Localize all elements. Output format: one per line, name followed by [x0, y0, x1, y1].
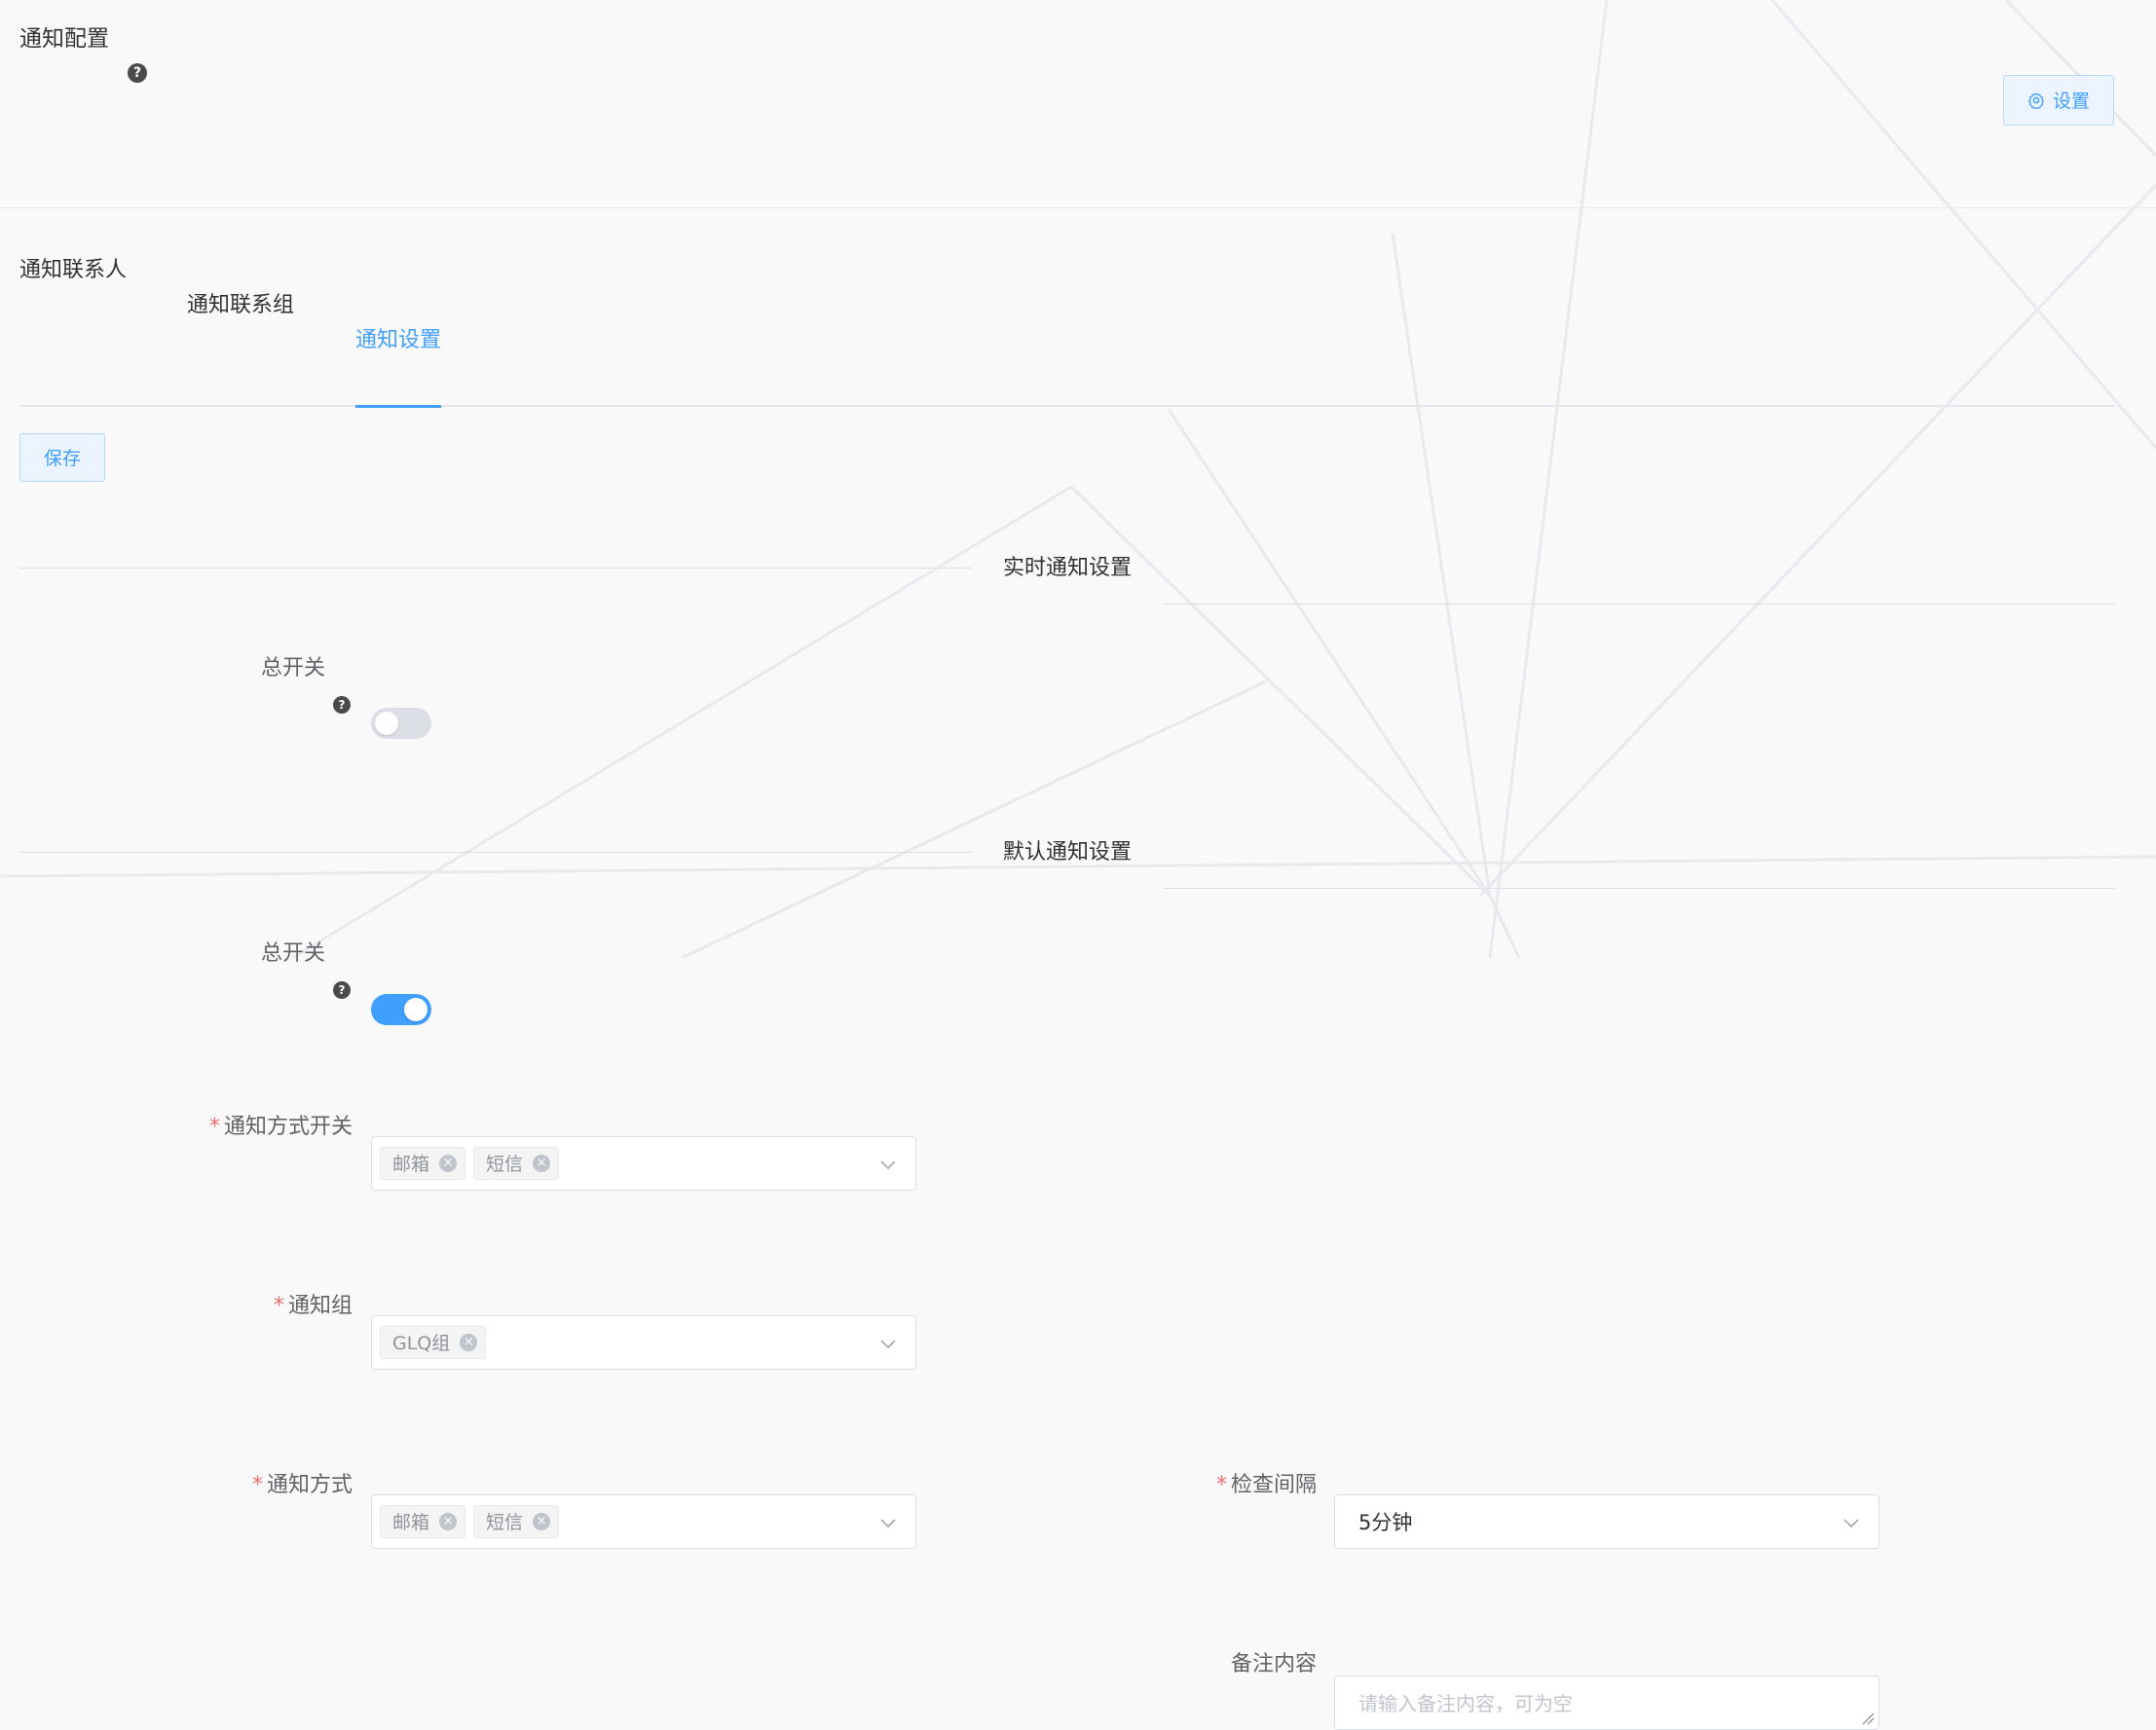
method-select[interactable]: 邮箱 × 短信 × — [371, 1493, 916, 1549]
settings-button[interactable]: 设置 — [2003, 74, 2114, 126]
chevron-down-icon — [880, 1159, 896, 1169]
tab-notification-settings[interactable]: 通知设置 — [355, 323, 2156, 358]
interval-value: 5分钟 — [1358, 1510, 1413, 1534]
tag-email: 邮箱 × — [380, 1504, 466, 1538]
group-label: * 通知组 — [273, 1293, 353, 1318]
section-divider-right — [1163, 888, 2115, 889]
required-asterisk: * — [208, 1114, 220, 1139]
chevron-down-icon — [880, 1518, 896, 1528]
chevron-down-icon — [880, 1339, 896, 1348]
page-title: 通知配置 — [19, 26, 109, 52]
section-divider-left — [19, 852, 972, 853]
tab-active-indicator — [355, 404, 441, 408]
help-icon[interactable]: ? — [128, 62, 147, 83]
default-master-switch[interactable] — [371, 993, 431, 1025]
tag-close-icon[interactable]: × — [439, 1512, 458, 1530]
required-asterisk: * — [251, 1472, 263, 1497]
tag-close-icon[interactable]: × — [533, 1512, 551, 1530]
required-asterisk: * — [1215, 1472, 1227, 1497]
help-icon[interactable]: ? — [333, 696, 351, 714]
tag-close-icon[interactable]: × — [533, 1154, 551, 1172]
header-divider — [0, 206, 2156, 208]
tab-contacts[interactable]: 通知联系人 — [19, 253, 2156, 288]
section-divider-right — [1163, 603, 2115, 605]
chevron-down-icon — [1843, 1518, 1859, 1528]
method-label: * 通知方式 — [251, 1472, 353, 1497]
method-switch-select[interactable]: 邮箱 × 短信 × — [371, 1135, 916, 1191]
save-button[interactable]: 保存 — [19, 432, 105, 482]
tag-sms: 短信 × — [473, 1504, 560, 1538]
switch-knob — [375, 712, 398, 735]
tag-close-icon[interactable]: × — [460, 1333, 478, 1351]
settings-button-label: 设置 — [2052, 91, 2090, 112]
interval-select[interactable]: 5分钟 — [1334, 1493, 1879, 1549]
tag-sms: 短信 × — [473, 1146, 560, 1180]
tab-bar-line — [19, 404, 2115, 407]
realtime-master-switch-label: 总开关 — [260, 655, 325, 681]
background-pattern — [0, 0, 2156, 958]
remark-textarea[interactable]: 请输入备注内容，可为空 — [1334, 1675, 1879, 1730]
default-master-switch-label: 总开关 — [260, 941, 325, 966]
realtime-master-switch[interactable] — [371, 708, 431, 739]
section-divider-left — [19, 567, 972, 569]
realtime-section-title: 实时通知设置 — [1003, 555, 1133, 580]
tag-group: GLQ组 × — [380, 1325, 487, 1359]
tab-contact-groups[interactable]: 通知联系组 — [187, 288, 2156, 323]
gear-icon — [2027, 92, 2045, 109]
switch-knob — [404, 997, 427, 1021]
interval-label: * 检查间隔 — [1215, 1472, 1317, 1497]
remark-label: 备注内容 — [1230, 1651, 1317, 1676]
tag-email: 邮箱 × — [380, 1146, 466, 1180]
default-section-title: 默认通知设置 — [1003, 840, 1133, 865]
remark-placeholder: 请输入备注内容，可为空 — [1358, 1691, 1573, 1715]
group-select[interactable]: GLQ组 × — [371, 1314, 916, 1370]
resize-handle-icon[interactable] — [1861, 1712, 1875, 1725]
help-icon[interactable]: ? — [333, 980, 351, 999]
tag-close-icon[interactable]: × — [439, 1154, 458, 1172]
required-asterisk: * — [273, 1293, 284, 1318]
method-switch-label: * 通知方式开关 — [208, 1114, 353, 1139]
